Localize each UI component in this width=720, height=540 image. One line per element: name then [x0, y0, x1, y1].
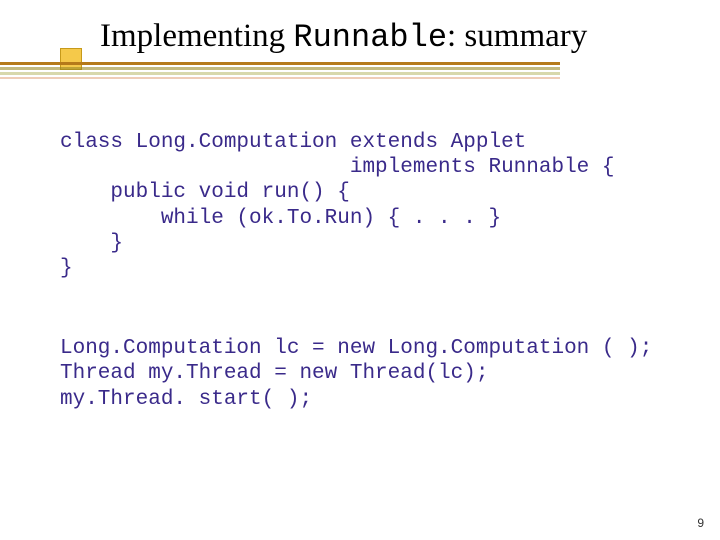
title-code: Runnable — [293, 19, 447, 56]
title-part1: Implementing — [100, 18, 293, 54]
code-block-2: Long.Computation lc = new Long.Computati… — [60, 336, 680, 412]
title-underline — [0, 62, 720, 81]
page-title: Implementing Runnable: summary — [100, 18, 587, 54]
content: class Long.Computation extends Applet im… — [60, 130, 680, 412]
code-block-1: class Long.Computation extends Applet im… — [60, 130, 680, 281]
page-number: 9 — [697, 516, 704, 530]
title-part2: : summary — [447, 18, 587, 54]
title-area: Implementing Runnable: summary — [100, 18, 690, 56]
